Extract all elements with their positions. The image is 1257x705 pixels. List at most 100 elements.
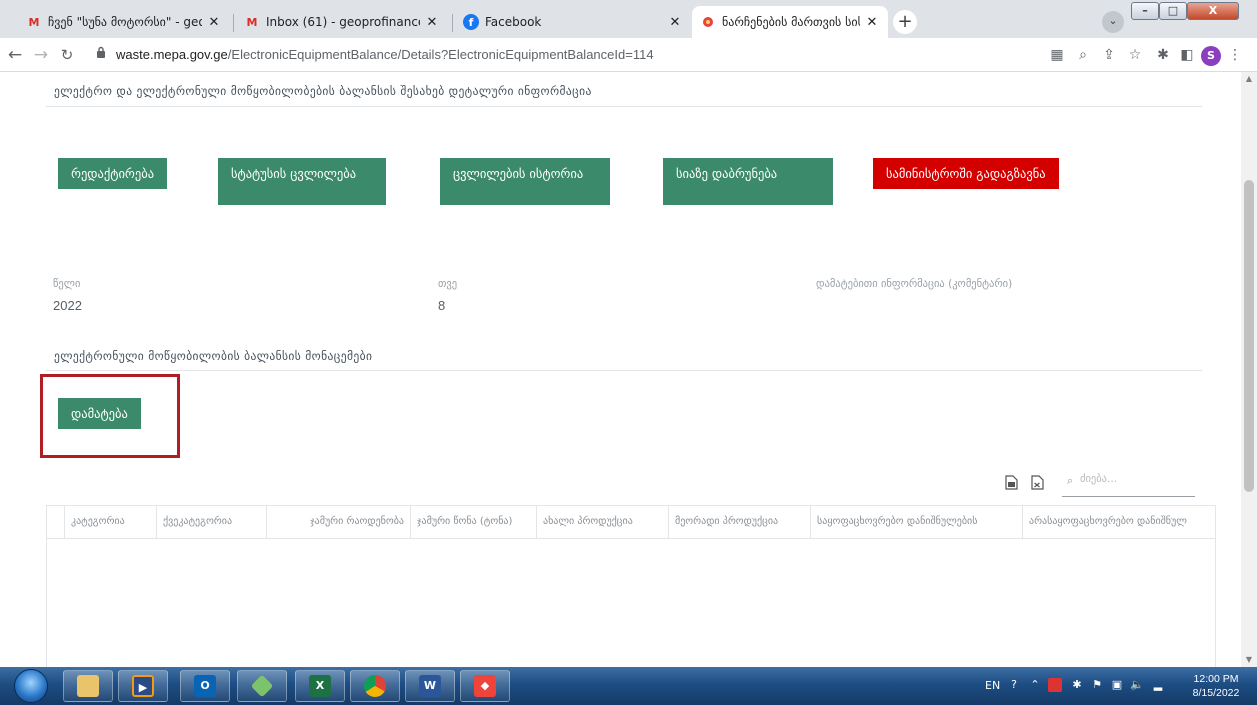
outlook-icon: O bbox=[194, 675, 216, 697]
tab-close-icon[interactable]: ✕ bbox=[864, 15, 880, 30]
table-select-column[interactable] bbox=[47, 506, 65, 538]
search-box: ⌕ bbox=[1062, 469, 1195, 497]
media-player-icon: ▶ bbox=[132, 675, 154, 697]
scroll-down-arrow-icon[interactable]: ▼ bbox=[1241, 655, 1257, 664]
taskbar-media-player[interactable]: ▶ bbox=[118, 670, 168, 702]
chrome-icon bbox=[364, 675, 386, 697]
window-minimize-button[interactable]: – bbox=[1131, 2, 1159, 20]
taskbar-word[interactable]: W bbox=[405, 670, 455, 702]
column-header[interactable]: საყოფაცხოვრებო დანიშნულების bbox=[811, 506, 1023, 538]
volume-icon[interactable]: 🔈 bbox=[1130, 678, 1144, 692]
facebook-icon: f bbox=[463, 14, 479, 30]
return-to-list-button[interactable]: სიაზე დაბრუნება bbox=[663, 158, 833, 205]
tab-title: ნარჩენების მართვის სისტემა bbox=[722, 15, 860, 29]
table-body bbox=[46, 539, 1216, 667]
data-section-title: ელექტრონული მოწყობილობის ბალანსის მონაცე… bbox=[54, 349, 373, 363]
browser-tab-bar: M ჩვენ "სუნა მოტორსი" - geoproa ✕ M Inbo… bbox=[0, 0, 1257, 38]
taskbar-chrome[interactable] bbox=[350, 670, 400, 702]
tray-device-icon[interactable]: ▣ bbox=[1110, 678, 1124, 692]
column-header[interactable]: ახალი პროდუქცია bbox=[537, 506, 669, 538]
new-tab-button[interactable]: + bbox=[893, 10, 917, 34]
taskbar-outlook[interactable]: O bbox=[180, 670, 230, 702]
lock-icon[interactable] bbox=[90, 44, 112, 66]
forward-arrow-icon[interactable]: → bbox=[30, 44, 52, 66]
browser-tab-4-active[interactable]: ნარჩენების მართვის სისტემა ✕ bbox=[692, 6, 888, 38]
export-excel-icon[interactable] bbox=[1029, 475, 1045, 493]
back-arrow-icon[interactable]: ← bbox=[4, 44, 26, 66]
tab-title: Inbox (61) - geoprofinance@gma bbox=[266, 15, 420, 29]
month-value: 8 bbox=[438, 298, 446, 313]
bookmark-star-icon[interactable]: ☆ bbox=[1126, 46, 1144, 64]
window-maximize-button[interactable]: □ bbox=[1159, 2, 1187, 20]
status-change-button[interactable]: სტატუსის ცვლილება bbox=[218, 158, 386, 205]
tab-title: Facebook bbox=[485, 15, 542, 29]
browser-toolbar: ← → ↻ waste.mepa.gov.ge/ElectronicEquipm… bbox=[0, 38, 1257, 72]
add-button[interactable]: დამატება bbox=[58, 398, 141, 429]
column-header[interactable]: კატეგორია bbox=[65, 506, 157, 538]
column-header[interactable]: არასაყოფაცხოვრებო დანიშნულ bbox=[1023, 506, 1215, 538]
start-button[interactable] bbox=[14, 669, 48, 703]
browser-tab-1[interactable]: M ჩვენ "სუნა მოტორსი" - geoproa ✕ bbox=[18, 6, 230, 38]
site-icon bbox=[700, 14, 716, 30]
reload-icon[interactable]: ↻ bbox=[56, 44, 78, 66]
extensions-puzzle-icon[interactable]: ✱ bbox=[1154, 46, 1172, 64]
scrollbar-thumb[interactable] bbox=[1244, 180, 1254, 492]
browser-tab-2[interactable]: M Inbox (61) - geoprofinance@gma ✕ bbox=[236, 6, 448, 38]
vertical-scrollbar[interactable]: ▲ ▼ bbox=[1241, 72, 1257, 667]
side-panel-icon[interactable]: ◧ bbox=[1178, 46, 1196, 64]
signal-icon[interactable]: ▂ bbox=[1151, 678, 1165, 692]
translate-icon[interactable]: ▦ bbox=[1048, 46, 1066, 64]
share-icon[interactable]: ⇪ bbox=[1100, 46, 1118, 64]
app-icon bbox=[250, 674, 274, 698]
network-flag-icon[interactable]: ⚑ bbox=[1090, 678, 1104, 692]
tab-title: ჩვენ "სუნა მოტორსი" - geoproa bbox=[48, 15, 202, 29]
window-close-button[interactable]: X bbox=[1187, 2, 1239, 20]
address-bar[interactable]: waste.mepa.gov.ge/ElectronicEquipmentBal… bbox=[116, 47, 654, 62]
excel-icon: X bbox=[309, 675, 331, 697]
system-clock[interactable]: 12:00 PM 8/15/2022 bbox=[1186, 672, 1246, 700]
column-header[interactable]: ქვეკატეგორია bbox=[157, 506, 267, 538]
anydesk-icon: ◆ bbox=[474, 675, 496, 697]
language-indicator[interactable]: EN bbox=[985, 679, 1000, 692]
search-input[interactable] bbox=[1080, 473, 1190, 485]
tab-search-button[interactable]: ⌄ bbox=[1102, 11, 1124, 33]
tab-separator bbox=[452, 14, 453, 32]
taskbar-excel[interactable]: X bbox=[295, 670, 345, 702]
column-header[interactable]: ჯამური რაოდენობა bbox=[267, 506, 411, 538]
taskbar-explorer[interactable] bbox=[63, 670, 113, 702]
scroll-up-arrow-icon[interactable]: ▲ bbox=[1241, 74, 1257, 83]
browser-menu-icon[interactable]: ⋮ bbox=[1226, 46, 1244, 64]
year-value: 2022 bbox=[53, 298, 82, 313]
export-document-icon[interactable] bbox=[1003, 475, 1019, 493]
url-host: waste.mepa.gov.ge bbox=[116, 47, 228, 62]
tab-close-icon[interactable]: ✕ bbox=[424, 15, 440, 30]
tray-arrow-icon[interactable]: ⌃ bbox=[1028, 678, 1042, 692]
profile-avatar[interactable]: S bbox=[1201, 46, 1221, 66]
taskbar-app[interactable] bbox=[237, 670, 287, 702]
bluetooth-icon[interactable]: ✱ bbox=[1070, 678, 1084, 692]
taskbar-anydesk[interactable]: ◆ bbox=[460, 670, 510, 702]
send-to-ministry-button[interactable]: სამინისტროში გადაგზავნა bbox=[873, 158, 1059, 189]
tray-app-icon[interactable] bbox=[1048, 678, 1062, 692]
tab-close-icon[interactable]: ✕ bbox=[206, 15, 222, 30]
year-label: წელი bbox=[53, 278, 81, 290]
help-icon[interactable]: ? bbox=[1007, 678, 1021, 692]
word-icon: W bbox=[419, 675, 441, 697]
clock-time: 12:00 PM bbox=[1193, 673, 1239, 685]
gmail-icon: M bbox=[246, 15, 258, 29]
zoom-icon[interactable]: ⌕ bbox=[1074, 46, 1092, 64]
tab-close-icon[interactable]: ✕ bbox=[667, 15, 683, 30]
edit-button[interactable]: რედაქტირება bbox=[58, 158, 168, 189]
browser-tab-3[interactable]: f Facebook ✕ bbox=[455, 6, 691, 38]
search-icon: ⌕ bbox=[1067, 474, 1074, 487]
tab-separator bbox=[233, 14, 234, 32]
change-history-button[interactable]: ცვლილების ისტორია bbox=[440, 158, 610, 205]
month-label: თვე bbox=[438, 278, 458, 290]
page-title: ელექტრო და ელექტრონული მოწყობილობების ბა… bbox=[54, 84, 592, 98]
column-header[interactable]: მეორადი პროდუქცია bbox=[669, 506, 811, 538]
gmail-icon: M bbox=[28, 15, 40, 29]
table-header-row: კატეგორია ქვეკატეგორია ჯამური რაოდენობა … bbox=[46, 505, 1216, 539]
url-path: /ElectronicEquipmentBalance/Details?Elec… bbox=[227, 47, 654, 62]
page-content: ელექტრო და ელექტრონული მოწყობილობების ბა… bbox=[0, 72, 1257, 667]
column-header[interactable]: ჯამური წონა (ტონა) bbox=[411, 506, 537, 538]
